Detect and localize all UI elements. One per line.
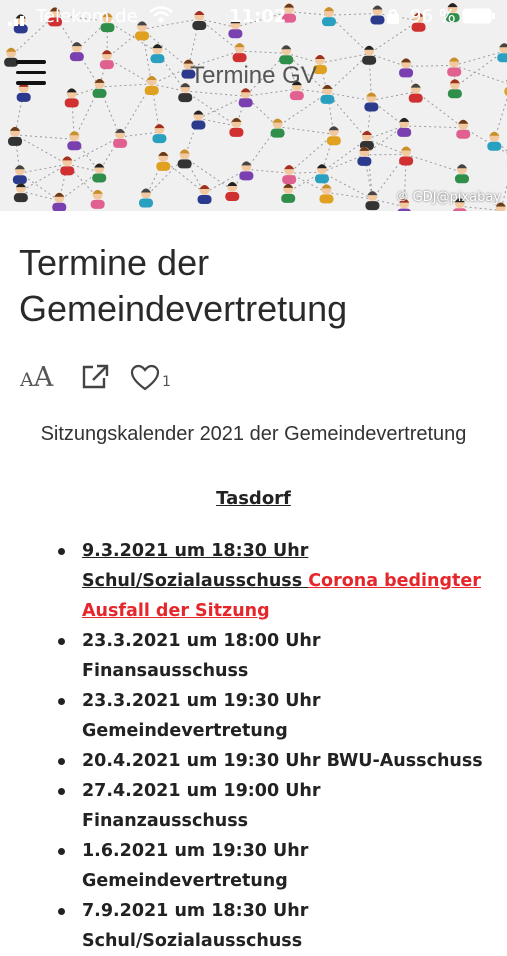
font-size-button[interactable]: AA <box>20 362 53 393</box>
clock: 11:02 <box>229 6 286 27</box>
header-image: Telekom.de 11:02 96 % Termine GV © GDJ@p… <box>0 0 507 211</box>
event-text: 23.3.2021 um 19:30 Uhr Gemeindevertretun… <box>82 691 321 741</box>
carrier-label: Telekom.de <box>36 6 138 27</box>
list-item[interactable]: 9.3.2021 um 18:30 Uhr Schul/Sozialaussch… <box>82 536 487 626</box>
font-size-icon-small: A <box>20 369 34 391</box>
list-item: 1.6.2021 um 19:30 Uhr Gemeindevertretung <box>82 836 487 896</box>
list-item: 23.3.2021 um 19:30 Uhr Gemeindevertretun… <box>82 686 487 746</box>
calendar-subtitle: Sitzungskalender 2021 der Gemeindevertre… <box>40 420 467 449</box>
share-icon[interactable] <box>81 364 109 390</box>
list-item: 23.3.2021 um 18:00 Uhr Finansausschuss <box>82 626 487 686</box>
battery-icon <box>462 8 496 24</box>
event-text: 23.3.2021 um 18:00 Uhr Finansausschuss <box>82 631 321 681</box>
event-text: 20.4.2021 um 19:30 Uhr BWU-Ausschuss <box>82 751 483 771</box>
header-title: Termine GV <box>0 62 507 90</box>
event-text: 1.6.2021 um 19:30 Uhr Gemeindevertretung <box>82 841 308 891</box>
event-text[interactable]: 9.3.2021 um 18:30 Uhr Schul/Sozialaussch… <box>82 541 308 591</box>
section-heading: Tasdorf <box>0 488 507 509</box>
wifi-icon <box>148 6 174 24</box>
rotation-lock-icon <box>386 8 400 24</box>
like-count: 1 <box>162 374 171 390</box>
list-item: 20.4.2021 um 19:30 Uhr BWU-Ausschuss <box>82 746 487 776</box>
list-item: 7.9.2021 um 18:30 Uhr Schul/Sozialaussch… <box>82 896 487 956</box>
image-credit: © GDJ@pixabay <box>396 190 502 205</box>
heart-icon[interactable] <box>130 364 160 392</box>
page-title: Termine der Gemeindevertretung <box>19 240 489 332</box>
font-size-icon-big: A <box>34 362 54 393</box>
list-item: 27.4.2021 um 19:00 Uhr Finanzausschuss <box>82 776 487 836</box>
signal-icon <box>8 14 38 26</box>
event-text: 7.9.2021 um 18:30 Uhr Schul/Sozialaussch… <box>82 901 308 951</box>
event-text: 27.4.2021 um 19:00 Uhr Finanzausschuss <box>82 781 321 831</box>
battery-percentage: 96 % <box>410 6 456 27</box>
status-bar: Telekom.de 11:02 96 % <box>0 0 507 32</box>
event-list: 9.3.2021 um 18:30 Uhr Schul/Sozialaussch… <box>82 536 487 956</box>
